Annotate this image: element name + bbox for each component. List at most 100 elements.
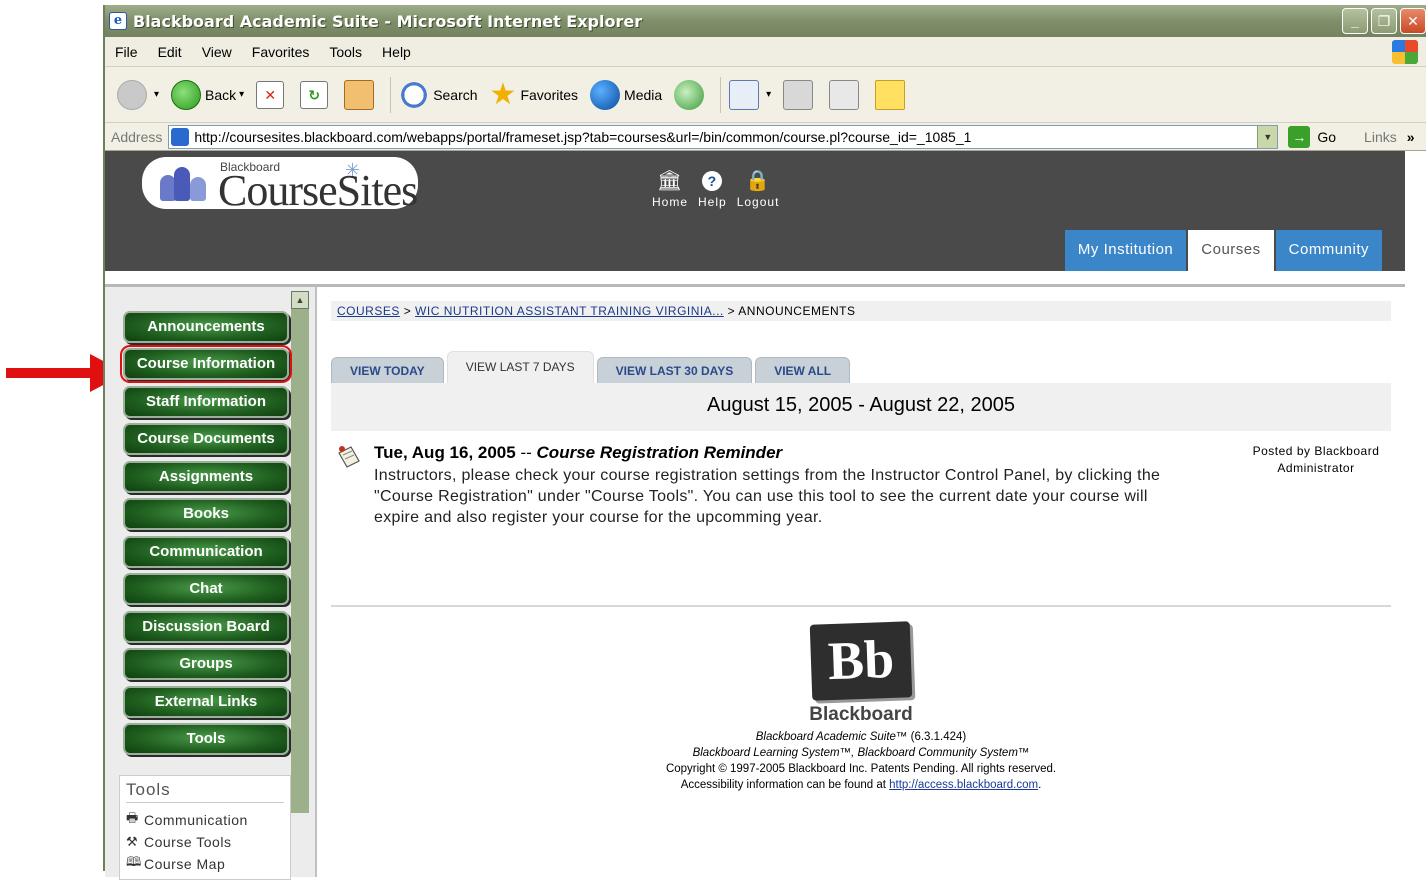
restore-button[interactable]: ❐ <box>1371 8 1397 34</box>
tools-item-label: Course Map <box>144 856 226 872</box>
announcement-body: Instructors, please check your course re… <box>374 467 1161 526</box>
breadcrumb-course[interactable]: WIC NUTRITION ASSISTANT TRAINING VIRGINI… <box>415 304 724 318</box>
breadcrumb-separator: > <box>727 304 736 318</box>
tab-community[interactable]: Community <box>1275 230 1382 272</box>
menu-view[interactable]: View <box>192 44 242 60</box>
tools-item-communication[interactable]: 🖶 Communication <box>126 809 284 831</box>
search-button[interactable]: Search <box>399 79 478 110</box>
mail-icon <box>729 79 760 110</box>
more-chevron-icon[interactable]: » <box>1407 129 1415 145</box>
favorites-button[interactable]: ★ Favorites <box>489 77 579 111</box>
footer-accessibility: Accessibility information can be found a… <box>331 777 1391 793</box>
address-label: Address <box>111 128 163 145</box>
home-button[interactable] <box>344 79 378 110</box>
menu-scrollbar[interactable]: ▲ <box>291 291 309 813</box>
favorites-label: Favorites <box>520 86 579 103</box>
scroll-up-icon[interactable]: ▲ <box>291 291 309 309</box>
edit-button[interactable] <box>829 79 863 110</box>
refresh-icon: ↻ <box>300 80 329 109</box>
chevron-down-icon: ▾ <box>766 89 772 100</box>
tab-view-all[interactable]: VIEW ALL <box>755 357 851 383</box>
help-label: Help <box>698 195 727 209</box>
course-menu: ▲ Announcements Course Information Staff… <box>105 287 317 880</box>
address-bar: Address http://coursesites.blackboard.co… <box>105 123 1426 151</box>
mail-button[interactable]: ▾ <box>729 79 772 110</box>
address-url: http://coursesites.blackboard.com/webapp… <box>194 128 972 145</box>
history-button[interactable] <box>674 79 708 110</box>
close-button[interactable]: ✕ <box>1400 8 1426 34</box>
back-button[interactable]: Back ▾ <box>171 79 244 110</box>
menu-file[interactable]: File <box>105 44 148 60</box>
menu-communication[interactable]: Communication <box>123 536 289 568</box>
footer-product: Blackboard Academic Suite™ <box>755 731 908 743</box>
logout-link[interactable]: 🔒 Logout <box>737 167 780 209</box>
date-range: August 15, 2005 - August 22, 2005 <box>331 383 1391 431</box>
logout-label: Logout <box>736 195 780 209</box>
menu-announcements[interactable]: Announcements <box>123 311 289 343</box>
minimize-button[interactable]: _ <box>1342 8 1368 34</box>
tools-icon: ⚒ <box>126 834 139 849</box>
tab-view-today[interactable]: VIEW TODAY <box>331 357 444 383</box>
address-dropdown-button[interactable]: ▼ <box>1257 125 1278 148</box>
breadcrumb-current: ANNOUNCEMENTS <box>738 304 856 318</box>
go-button[interactable]: → Go <box>1288 125 1336 148</box>
footer-period: . <box>1038 779 1042 791</box>
notes-button[interactable] <box>875 79 909 110</box>
menu-external-links[interactable]: External Links <box>123 686 289 718</box>
print-button[interactable] <box>783 79 817 110</box>
menu-tools[interactable]: Tools <box>319 44 372 60</box>
tools-item-course-tools[interactable]: ⚒ Course Tools <box>126 831 284 853</box>
tools-panel: Tools 🖶 Communication ⚒ Course Tools 🕮 Cour… <box>119 775 291 880</box>
tab-my-institution[interactable]: My Institution <box>1064 230 1187 272</box>
spark-icon: ✳ <box>345 160 361 180</box>
menu-books[interactable]: Books <box>123 498 289 530</box>
address-input[interactable]: http://coursesites.blackboard.com/webapp… <box>168 124 1279 149</box>
menu-help[interactable]: Help <box>372 44 421 60</box>
menu-course-information[interactable]: Course Information <box>120 345 292 383</box>
star-icon: ★ <box>489 77 517 111</box>
main-content: COURSES > WIC NUTRITION ASSISTANT TRAINI… <box>331 301 1391 861</box>
home-label: Home <box>652 195 689 209</box>
tools-item-course-map[interactable]: 🕮 Course Map <box>126 853 284 875</box>
page-icon <box>171 127 190 146</box>
forward-button[interactable]: ▾ <box>117 79 160 110</box>
menu-tools[interactable]: Tools <box>123 723 289 755</box>
media-button[interactable]: Media <box>590 79 663 110</box>
media-icon <box>590 79 621 110</box>
footer-copyright: Copyright © 1997-2005 Blackboard Inc. Pa… <box>665 763 1057 775</box>
media-label: Media <box>624 86 663 103</box>
coursesites-logo[interactable]: Blackboard CourseSites ✳ <box>142 157 418 215</box>
footer: Bb Blackboard Blackboard Academic Suite™… <box>331 621 1391 793</box>
content-divider <box>331 605 1391 607</box>
menu-favorites[interactable]: Favorites <box>242 44 320 60</box>
accessibility-link[interactable]: http://access.blackboard.com <box>889 779 1038 791</box>
tab-view-last-7-days[interactable]: VIEW LAST 7 DAYS <box>446 351 594 383</box>
stop-button[interactable]: ✕ <box>256 80 288 109</box>
menu-groups[interactable]: Groups <box>123 648 289 680</box>
help-icon: ? <box>702 171 723 191</box>
menu-assignments[interactable]: Assignments <box>123 461 289 493</box>
breadcrumb-separator: > <box>403 304 412 318</box>
menu-edit[interactable]: Edit <box>148 44 192 60</box>
home-link[interactable]: 🏛 Home <box>652 167 688 209</box>
announcement-separator: -- <box>520 443 532 462</box>
menu-discussion-board[interactable]: Discussion Board <box>123 611 289 643</box>
note-icon <box>875 79 906 110</box>
menu-staff-information[interactable]: Staff Information <box>123 386 289 418</box>
back-arrow-icon <box>171 79 202 110</box>
tab-view-last-30-days[interactable]: VIEW LAST 30 DAYS <box>596 357 753 383</box>
links-button[interactable]: Links <box>1364 129 1397 145</box>
chevron-down-icon: ▾ <box>154 89 160 100</box>
tab-courses[interactable]: Courses <box>1188 230 1274 272</box>
refresh-button[interactable]: ↻ <box>300 80 332 109</box>
breadcrumb-courses[interactable]: COURSES <box>337 304 400 318</box>
edit-icon <box>829 79 860 110</box>
web-page: Blackboard CourseSites ✳ 🏛 Home ? Help 🔒… <box>105 151 1426 880</box>
menu-chat[interactable]: Chat <box>123 573 289 605</box>
menu-course-documents[interactable]: Course Documents <box>123 423 289 455</box>
help-link[interactable]: ? Help <box>698 167 727 209</box>
back-label: Back <box>205 86 237 103</box>
home-icon <box>344 79 375 110</box>
site-header: Blackboard CourseSites ✳ 🏛 Home ? Help 🔒… <box>105 151 1405 272</box>
tools-title: Tools <box>126 780 284 803</box>
